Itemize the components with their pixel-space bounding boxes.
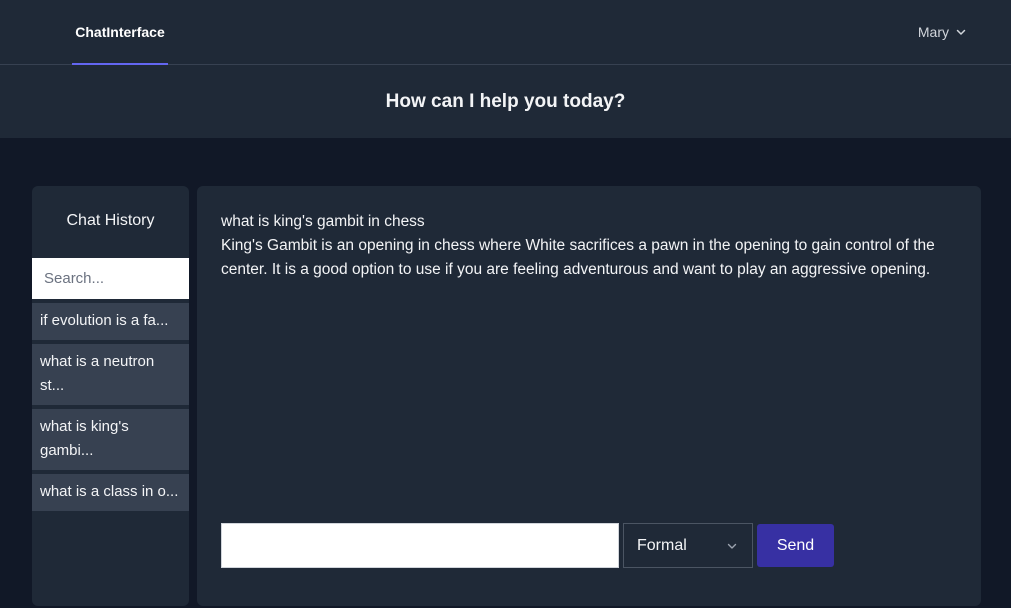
history-list: if evolution is a fa... what is a neutro… — [32, 303, 189, 515]
tone-select[interactable]: Formal — [623, 523, 753, 568]
conversation: what is king's gambit in chess King's Ga… — [221, 210, 945, 282]
search-input[interactable] — [32, 258, 189, 299]
page-header: How can I help you today? — [0, 65, 1011, 138]
chat-panel: what is king's gambit in chess King's Ga… — [197, 186, 981, 606]
send-button[interactable]: Send — [757, 524, 834, 567]
nav-tab-chatinterface[interactable]: ChatInterface — [72, 0, 168, 65]
message-composer: Formal Send — [221, 523, 834, 568]
user-message: what is king's gambit in chess — [221, 213, 425, 230]
tone-selected-value: Formal — [637, 536, 687, 554]
history-item[interactable]: if evolution is a fa... — [32, 303, 189, 340]
page-title: How can I help you today? — [385, 90, 626, 112]
assistant-message: King's Gambit is an opening in chess whe… — [221, 237, 935, 278]
history-item[interactable]: what is a neutron st... — [32, 344, 189, 405]
user-name: Mary — [917, 24, 949, 40]
user-menu[interactable]: Mary — [918, 22, 967, 42]
chevron-down-icon — [956, 29, 966, 35]
message-input[interactable] — [221, 523, 619, 568]
history-item[interactable]: what is king's gambi... — [32, 409, 189, 470]
history-item[interactable]: what is a class in o... — [32, 474, 189, 511]
sidebar-title: Chat History — [66, 212, 155, 229]
brand-label: ChatInterface — [75, 23, 165, 40]
chevron-down-icon — [727, 543, 737, 549]
top-navbar: ChatInterface Mary — [0, 0, 1011, 65]
chat-history-sidebar: Chat History if evolution is a fa... wha… — [32, 186, 189, 606]
